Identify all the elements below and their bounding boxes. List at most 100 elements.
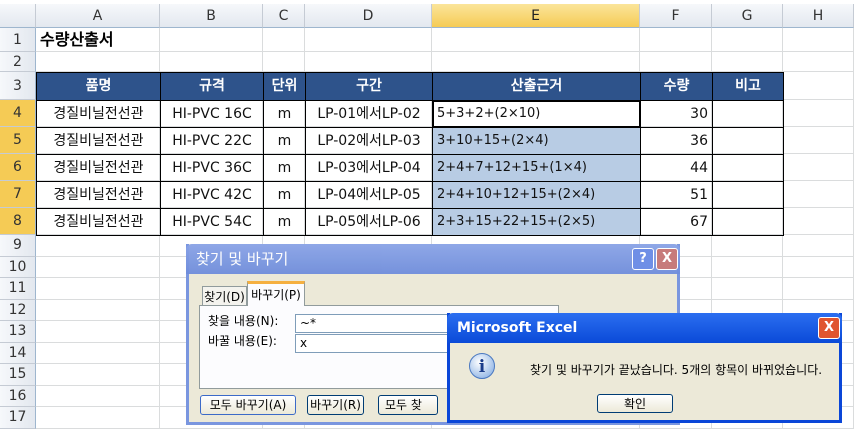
cell[interactable] <box>640 52 712 72</box>
cell[interactable] <box>640 28 712 52</box>
replace-button[interactable]: 바꾸기(R) <box>307 395 364 415</box>
row-header-4[interactable]: 4 <box>0 100 36 127</box>
row-header-15[interactable]: 15 <box>0 364 36 386</box>
table-cell[interactable]: 경질비닐전선관 <box>36 208 161 236</box>
table-cell[interactable]: 2+3+15+22+15+(2×5) <box>432 208 641 236</box>
table-cell[interactable] <box>712 181 784 209</box>
cell[interactable] <box>783 28 854 52</box>
cell[interactable] <box>263 52 305 72</box>
row-header-9[interactable]: 9 <box>0 235 36 257</box>
cell[interactable] <box>36 52 160 72</box>
row-header-5[interactable]: 5 <box>0 127 36 154</box>
table-cell[interactable] <box>712 100 784 128</box>
cell[interactable] <box>783 72 854 100</box>
cell[interactable] <box>36 278 160 300</box>
cell[interactable] <box>783 127 854 154</box>
cell[interactable] <box>783 52 854 72</box>
table-cell[interactable]: 경질비닐전선관 <box>36 154 161 182</box>
row-header-10[interactable]: 10 <box>0 256 36 278</box>
table-cell[interactable] <box>712 208 784 236</box>
table-cell[interactable]: LP-04에서LP-05 <box>305 181 433 209</box>
column-header-B[interactable]: B <box>160 4 263 28</box>
cell[interactable] <box>432 52 640 72</box>
table-cell[interactable]: 경질비닐전선관 <box>36 100 161 128</box>
cell[interactable] <box>783 154 854 181</box>
table-cell[interactable] <box>712 127 784 155</box>
row-header-14[interactable]: 14 <box>0 342 36 364</box>
table-cell[interactable]: LP-05에서LP-06 <box>305 208 433 236</box>
column-header-H[interactable]: H <box>783 4 854 28</box>
row-header-16[interactable]: 16 <box>0 385 36 407</box>
row-header-1[interactable]: 1 <box>0 28 36 52</box>
row-header-2[interactable]: 2 <box>0 52 36 72</box>
table-cell[interactable]: 30 <box>640 100 713 128</box>
table-cell[interactable]: m <box>263 181 306 209</box>
table-cell[interactable]: LP-01에서LP-02 <box>305 100 433 128</box>
table-cell[interactable]: 경질비닐전선관 <box>36 127 161 155</box>
table-cell[interactable]: 3+10+15+(2×4) <box>432 127 641 155</box>
column-header-E[interactable]: E <box>432 4 640 28</box>
table-cell[interactable]: HI-PVC 54C <box>160 208 264 236</box>
cell[interactable] <box>36 364 160 386</box>
cell[interactable] <box>432 28 640 52</box>
table-cell[interactable]: HI-PVC 42C <box>160 181 264 209</box>
row-header-6[interactable]: 6 <box>0 154 36 181</box>
cell[interactable] <box>36 407 160 429</box>
cell[interactable] <box>712 52 783 72</box>
cell[interactable] <box>783 235 854 257</box>
cell[interactable] <box>712 278 783 300</box>
select-all-corner[interactable] <box>0 4 36 28</box>
cell[interactable] <box>160 28 263 52</box>
msgbox-close-button[interactable]: X <box>818 317 840 339</box>
close-button[interactable]: X <box>656 248 678 270</box>
table-cell[interactable]: LP-03에서LP-04 <box>305 154 433 182</box>
cell[interactable] <box>783 256 854 278</box>
table-cell[interactable]: 44 <box>640 154 713 182</box>
cell[interactable] <box>160 52 263 72</box>
row-header-13[interactable]: 13 <box>0 321 36 343</box>
cell[interactable] <box>305 28 432 52</box>
row-header-8[interactable]: 8 <box>0 208 36 235</box>
row-header-11[interactable]: 11 <box>0 278 36 300</box>
table-cell[interactable]: m <box>263 127 306 155</box>
row-header-17[interactable]: 17 <box>0 407 36 429</box>
cell[interactable] <box>36 235 160 257</box>
cell[interactable] <box>712 256 783 278</box>
cell[interactable] <box>36 299 160 321</box>
table-cell[interactable]: m <box>263 100 306 128</box>
row-header-12[interactable]: 12 <box>0 299 36 321</box>
cell[interactable] <box>36 256 160 278</box>
cell[interactable] <box>783 181 854 208</box>
table-cell[interactable]: 2+4+10+12+15+(2×4) <box>432 181 641 209</box>
cell[interactable] <box>36 321 160 343</box>
row-header-3[interactable]: 3 <box>0 72 36 100</box>
column-header-C[interactable]: C <box>263 4 305 28</box>
table-cell[interactable]: LP-02에서LP-03 <box>305 127 433 155</box>
table-cell[interactable]: HI-PVC 22C <box>160 127 264 155</box>
table-cell[interactable]: 2+4+7+12+15+(1×4) <box>432 154 641 182</box>
cell[interactable] <box>263 28 305 52</box>
table-cell[interactable]: m <box>263 154 306 182</box>
cell[interactable] <box>712 235 783 257</box>
column-header-G[interactable]: G <box>712 4 783 28</box>
cell[interactable] <box>36 342 160 364</box>
ok-button[interactable]: 확인 <box>597 394 673 413</box>
table-cell[interactable]: 67 <box>640 208 713 236</box>
tab-find[interactable]: 찾기(D) <box>202 286 247 306</box>
table-cell[interactable]: 5+3+2+(2×10) <box>432 100 641 128</box>
cell[interactable] <box>305 52 432 72</box>
table-cell[interactable]: 경질비닐전선관 <box>36 181 161 209</box>
column-header-F[interactable]: F <box>640 4 712 28</box>
find-all-button[interactable]: 모두 찾 <box>378 395 438 415</box>
cell[interactable] <box>36 385 160 407</box>
table-cell[interactable] <box>712 154 784 182</box>
table-cell[interactable]: 36 <box>640 127 713 155</box>
cell[interactable] <box>783 278 854 300</box>
tab-replace[interactable]: 바꾸기(P) <box>247 281 305 306</box>
help-button[interactable]: ? <box>632 248 654 270</box>
column-header-D[interactable]: D <box>305 4 432 28</box>
cell[interactable] <box>712 28 783 52</box>
row-header-7[interactable]: 7 <box>0 181 36 208</box>
cell[interactable] <box>783 100 854 127</box>
cell[interactable] <box>783 208 854 235</box>
